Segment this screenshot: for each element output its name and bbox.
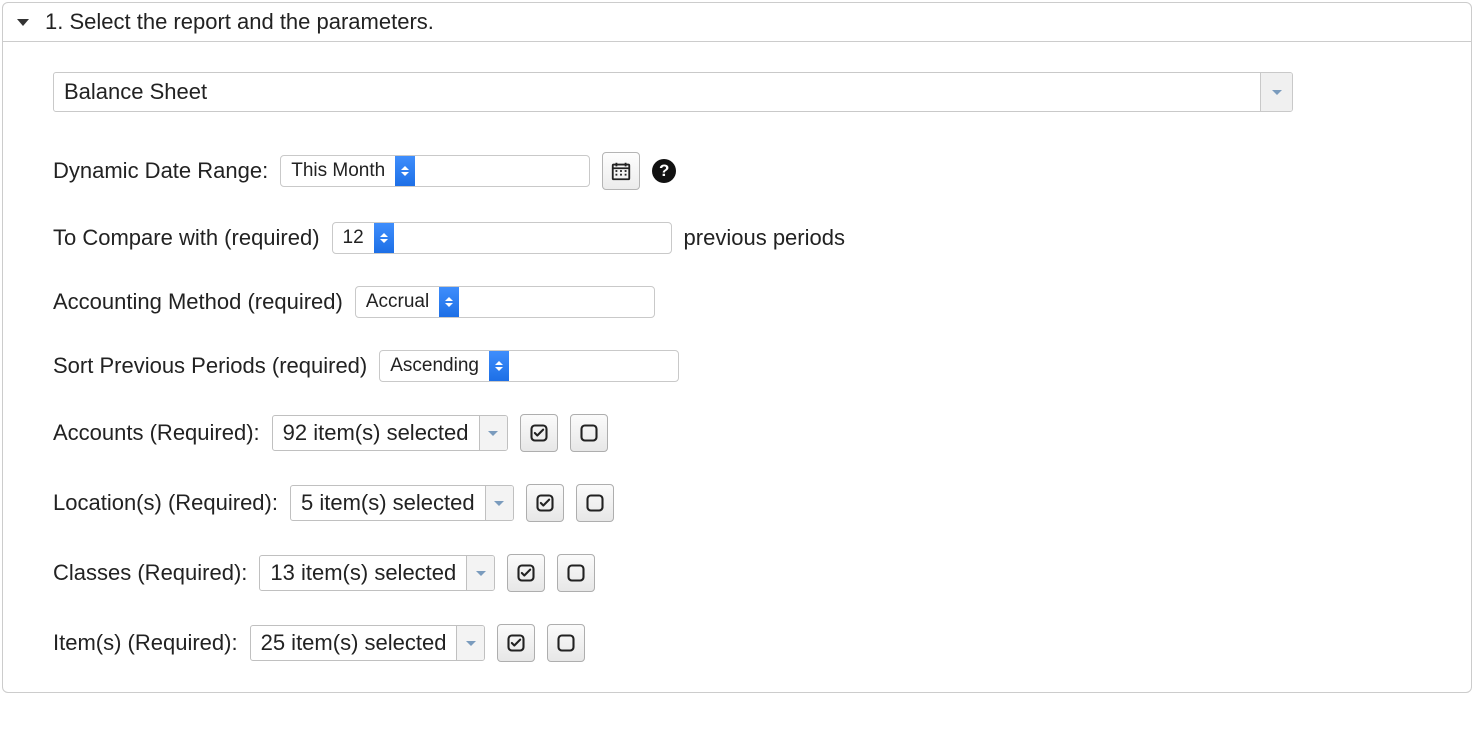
- chevron-down-icon: [445, 303, 453, 307]
- chevron-down-icon: [494, 501, 504, 506]
- report-select-row: Balance Sheet: [53, 72, 1421, 112]
- accounting-method-label: Accounting Method (required): [53, 289, 343, 315]
- clear-all-icon: [579, 423, 599, 443]
- accounts-select-all-button[interactable]: [520, 414, 558, 452]
- calendar-button[interactable]: [602, 152, 640, 190]
- compare-value: 12: [333, 223, 374, 253]
- locations-label: Location(s) (Required):: [53, 490, 278, 516]
- select-all-icon: [529, 423, 549, 443]
- chevron-down-icon: [466, 641, 476, 646]
- accounts-row: Accounts (Required): 92 item(s) selected: [53, 414, 1421, 452]
- chevron-down-icon: [476, 571, 486, 576]
- select-all-icon: [516, 563, 536, 583]
- items-select-all-button[interactable]: [497, 624, 535, 662]
- locations-value: 5 item(s) selected: [291, 486, 485, 520]
- locations-select[interactable]: 5 item(s) selected: [290, 485, 514, 521]
- locations-clear-all-button[interactable]: [576, 484, 614, 522]
- compare-row: To Compare with (required) 12 previous p…: [53, 222, 1421, 254]
- chevron-up-icon: [380, 233, 388, 237]
- report-select-value: Balance Sheet: [54, 73, 1260, 111]
- chevron-down-icon: [380, 239, 388, 243]
- date-range-select[interactable]: This Month: [280, 155, 590, 187]
- report-select-caret[interactable]: [1260, 73, 1292, 111]
- chevron-up-icon: [401, 166, 409, 170]
- chevron-down-icon: [495, 367, 503, 371]
- select-handle: [374, 223, 394, 253]
- items-caret[interactable]: [456, 626, 484, 660]
- accounting-method-select[interactable]: Accrual: [355, 286, 655, 318]
- items-clear-all-button[interactable]: [547, 624, 585, 662]
- clear-all-icon: [585, 493, 605, 513]
- classes-label: Classes (Required):: [53, 560, 247, 586]
- panel-body: Balance Sheet Dynamic Date Range: This M…: [3, 42, 1471, 692]
- date-range-value: This Month: [281, 156, 395, 186]
- disclosure-icon: [17, 19, 29, 26]
- accounts-caret[interactable]: [479, 416, 507, 450]
- items-row: Item(s) (Required): 25 item(s) selected: [53, 624, 1421, 662]
- clear-all-icon: [566, 563, 586, 583]
- sort-previous-select[interactable]: Ascending: [379, 350, 679, 382]
- classes-caret[interactable]: [466, 556, 494, 590]
- panel-header[interactable]: 1. Select the report and the parameters.: [3, 3, 1471, 42]
- accounts-clear-all-button[interactable]: [570, 414, 608, 452]
- compare-select[interactable]: 12: [332, 222, 672, 254]
- help-icon[interactable]: ?: [652, 159, 676, 183]
- items-select[interactable]: 25 item(s) selected: [250, 625, 486, 661]
- select-handle: [395, 156, 415, 186]
- sort-previous-value: Ascending: [380, 351, 489, 381]
- date-range-label: Dynamic Date Range:: [53, 158, 268, 184]
- compare-label: To Compare with (required): [53, 225, 320, 251]
- accounts-select[interactable]: 92 item(s) selected: [272, 415, 508, 451]
- classes-select[interactable]: 13 item(s) selected: [259, 555, 495, 591]
- classes-value: 13 item(s) selected: [260, 556, 466, 590]
- accounting-method-row: Accounting Method (required) Accrual: [53, 286, 1421, 318]
- items-label: Item(s) (Required):: [53, 630, 238, 656]
- calendar-icon: [610, 160, 632, 182]
- classes-row: Classes (Required): 13 item(s) selected: [53, 554, 1421, 592]
- clear-all-icon: [556, 633, 576, 653]
- chevron-up-icon: [445, 297, 453, 301]
- locations-caret[interactable]: [485, 486, 513, 520]
- select-all-icon: [535, 493, 555, 513]
- chevron-down-icon: [401, 172, 409, 176]
- accounting-method-value: Accrual: [356, 287, 439, 317]
- compare-suffix: previous periods: [684, 225, 845, 251]
- select-handle: [489, 351, 509, 381]
- select-handle: [439, 287, 459, 317]
- parameters-panel: 1. Select the report and the parameters.…: [2, 2, 1472, 693]
- chevron-down-icon: [1272, 90, 1282, 95]
- classes-clear-all-button[interactable]: [557, 554, 595, 592]
- select-all-icon: [506, 633, 526, 653]
- accounts-label: Accounts (Required):: [53, 420, 260, 446]
- sort-previous-row: Sort Previous Periods (required) Ascendi…: [53, 350, 1421, 382]
- classes-select-all-button[interactable]: [507, 554, 545, 592]
- sort-previous-label: Sort Previous Periods (required): [53, 353, 367, 379]
- panel-title: 1. Select the report and the parameters.: [45, 9, 434, 35]
- date-range-row: Dynamic Date Range: This Month: [53, 152, 1421, 190]
- locations-row: Location(s) (Required): 5 item(s) select…: [53, 484, 1421, 522]
- report-select[interactable]: Balance Sheet: [53, 72, 1293, 112]
- chevron-down-icon: [488, 431, 498, 436]
- accounts-value: 92 item(s) selected: [273, 416, 479, 450]
- locations-select-all-button[interactable]: [526, 484, 564, 522]
- items-value: 25 item(s) selected: [251, 626, 457, 660]
- chevron-up-icon: [495, 361, 503, 365]
